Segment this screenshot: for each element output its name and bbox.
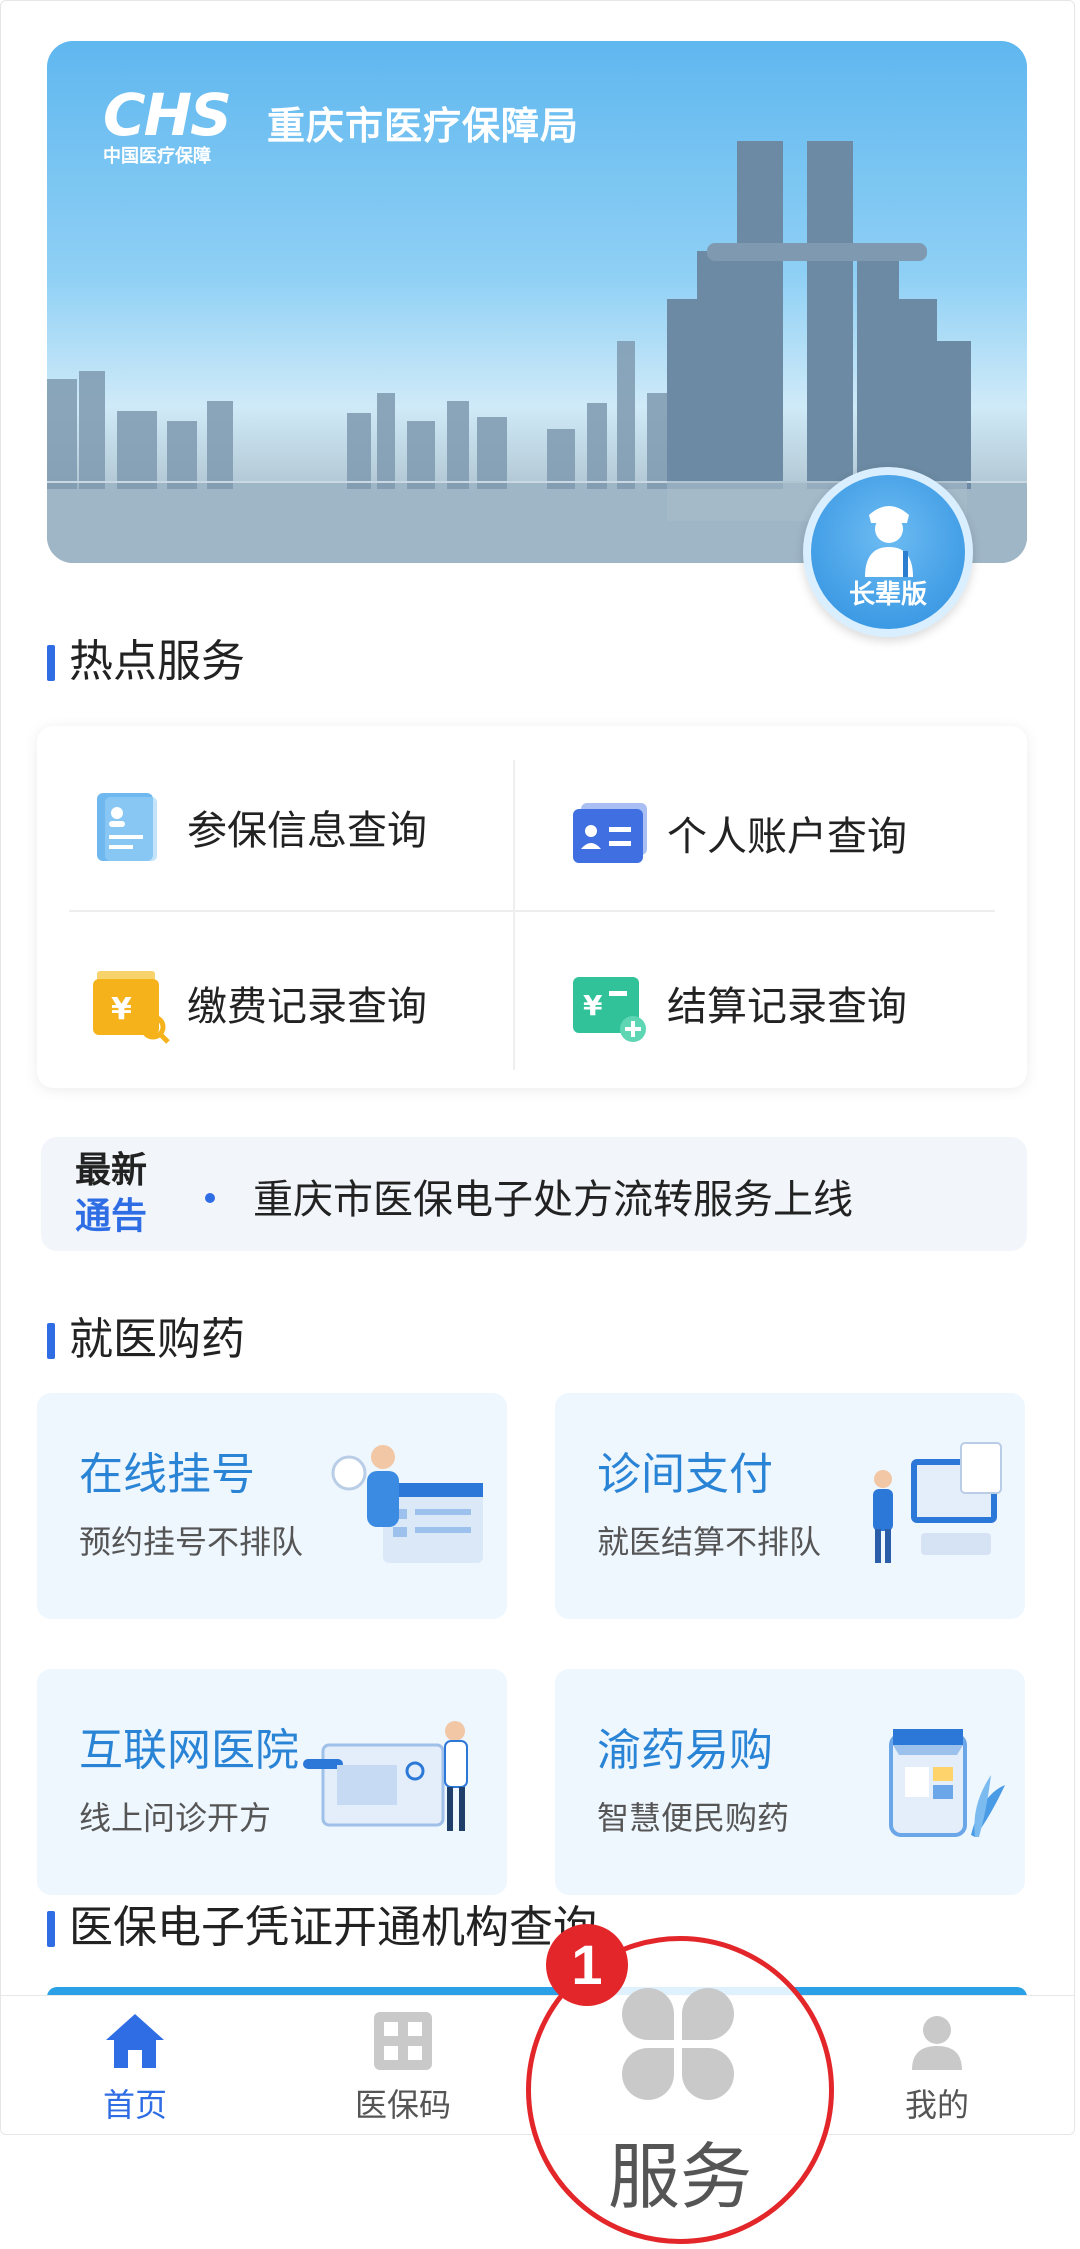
notice-bullet <box>205 1193 215 1203</box>
latest-notice[interactable]: 最新 通告 重庆市医保电子处方流转服务上线 <box>41 1137 1027 1251</box>
hot-service-label: 参保信息查询 <box>187 809 427 853</box>
hot-service-personal-account[interactable]: 个人账户查询 <box>571 788 907 878</box>
hot-service-label: 个人账户查询 <box>667 815 907 859</box>
medical-section-title: 就医购药 <box>47 1315 245 1365</box>
tab-home[interactable]: 首页 <box>45 2010 225 2130</box>
svg-text:¥: ¥ <box>583 989 603 1022</box>
hot-service-settlement-records[interactable]: ¥ 结算记录查询 <box>571 958 907 1048</box>
divider <box>513 760 515 1070</box>
clover-grid-icon[interactable] <box>620 1986 736 2102</box>
card-subtitle: 就医结算不排队 <box>597 1524 822 1560</box>
hot-service-payment-records[interactable]: ¥ 缴费记录查询 <box>91 958 427 1048</box>
hot-services-card: 参保信息查询 个人账户查询 ¥ 缴费记录查询 ¥ 结算记录查询 <box>37 726 1027 1088</box>
card-title: 互联网医院 <box>79 1726 299 1775</box>
card-title: 渝药易购 <box>597 1726 773 1775</box>
qr-code-icon <box>374 2012 432 2070</box>
insurance-info-icon <box>91 791 163 863</box>
hot-service-insurance-info[interactable]: 参保信息查询 <box>91 782 427 872</box>
chs-logo: CHS 中国医疗保障 <box>103 81 232 166</box>
tab-mine[interactable]: 我的 <box>847 2010 1027 2130</box>
hot-service-label: 结算记录查询 <box>667 985 907 1029</box>
settlement-add-icon: ¥ <box>571 967 646 1042</box>
divider <box>69 910 995 912</box>
id-card-icon <box>571 797 647 869</box>
home-icon <box>106 2014 164 2068</box>
elder-mode-button[interactable]: 长辈版 <box>803 467 973 637</box>
hot-service-label: 缴费记录查询 <box>187 985 427 1029</box>
elder-mode-label: 长辈版 <box>848 579 927 609</box>
pharmacy-phone-illustration <box>889 1729 1005 1837</box>
internet-hospital-card[interactable]: 互联网医院 线上问诊开方 <box>37 1669 507 1895</box>
ecert-section-title: 医保电子凭证开通机构查询 <box>47 1903 597 1953</box>
card-subtitle: 预约挂号不排队 <box>79 1524 304 1560</box>
tab-insurance-code[interactable]: 医保码 <box>313 2010 493 2130</box>
notice-tag-line1: 最新 <box>75 1149 148 1190</box>
card-subtitle: 线上问诊开方 <box>79 1800 272 1836</box>
card-title: 在线挂号 <box>79 1450 255 1499</box>
elder-person-icon <box>865 506 913 577</box>
clinic-payment-card[interactable]: 诊间支付 就医结算不排队 <box>555 1393 1025 1619</box>
payment-search-icon: ¥ <box>91 967 170 1044</box>
app-screen: CHS 中国医疗保障 重庆市医疗保障局 长辈版 热点服务 参保信息查询 个人账户… <box>0 0 1075 2135</box>
svg-text:¥: ¥ <box>111 992 132 1027</box>
notice-text[interactable]: 重庆市医保电子处方流转服务上线 <box>253 1167 853 1225</box>
step-number-badge: 1 <box>546 1924 628 2006</box>
card-subtitle: 智慧便民购药 <box>597 1800 790 1836</box>
online-registration-card[interactable]: 在线挂号 预约挂号不排队 <box>37 1393 507 1619</box>
tab-services-label[interactable]: 服务 <box>0 2118 1080 2223</box>
hot-services-title: 热点服务 <box>47 637 245 687</box>
doctor-schedule-illustration <box>331 1445 483 1563</box>
banner-title: 重庆市医疗保障局 <box>267 106 580 148</box>
card-title: 诊间支付 <box>597 1450 773 1499</box>
user-icon <box>912 2016 962 2070</box>
medicine-purchase-card[interactable]: 渝药易购 智慧便民购药 <box>555 1669 1025 1895</box>
payment-terminal-illustration <box>873 1442 1002 1563</box>
notice-tag: 最新 通告 <box>75 1147 147 1239</box>
notice-tag-line2: 通告 <box>75 1195 148 1236</box>
online-consultation-illustration <box>303 1721 468 1831</box>
